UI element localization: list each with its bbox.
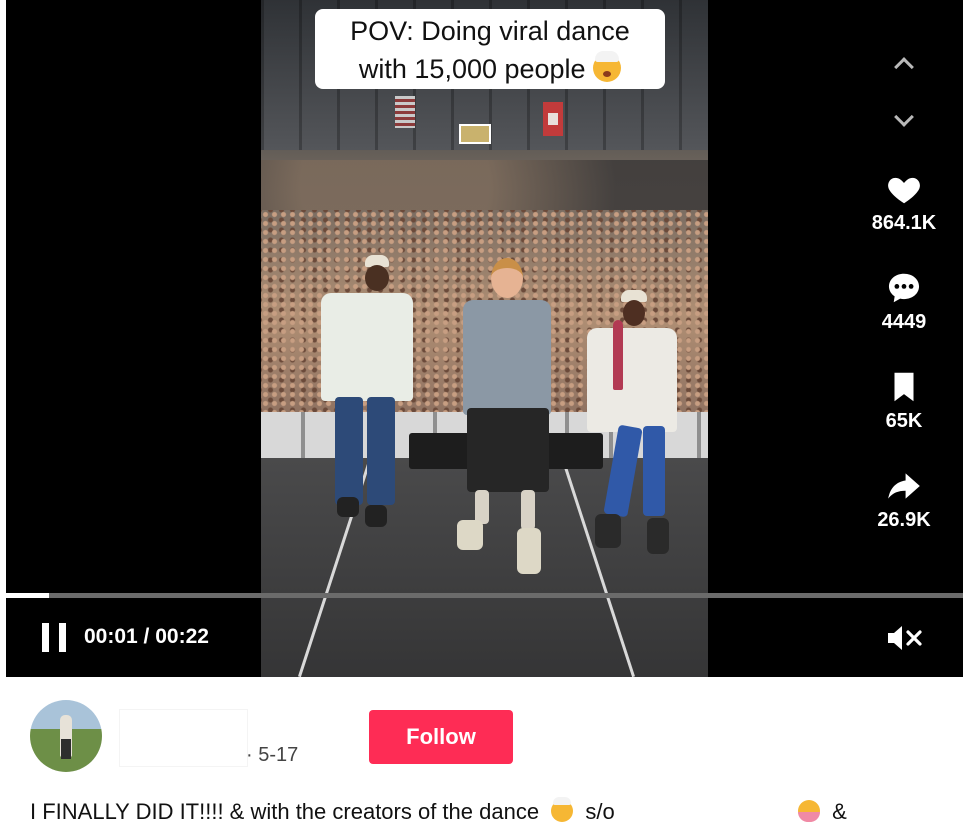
pause-button[interactable] xyxy=(42,623,66,652)
caption-line-2-wrap: with 15,000 people xyxy=(315,50,665,88)
face-blowing-kiss-emoji-icon xyxy=(797,800,820,822)
pause-icon xyxy=(59,623,66,652)
progress-fill xyxy=(6,593,50,598)
previous-video-button[interactable] xyxy=(884,44,924,84)
video-frame[interactable] xyxy=(261,0,708,677)
comment-button[interactable]: 4449 xyxy=(859,269,949,334)
flag-image xyxy=(395,96,415,128)
crowd-image xyxy=(261,160,708,215)
exploding-head-emoji-icon xyxy=(593,51,622,82)
caption-line-2: with 15,000 people xyxy=(358,54,586,84)
muted-speaker-icon xyxy=(888,626,922,650)
save-button[interactable]: 65K xyxy=(859,368,949,433)
date-separator: · xyxy=(246,744,259,766)
follow-button[interactable]: Follow xyxy=(369,710,513,764)
post-date-value: 5-17 xyxy=(258,744,299,766)
share-arrow-icon xyxy=(888,473,920,499)
caption-line-1: POV: Doing viral dance xyxy=(350,16,630,46)
flag-image xyxy=(543,102,563,136)
chevron-down-icon xyxy=(894,107,914,127)
next-video-button[interactable] xyxy=(884,102,924,142)
chevron-up-icon xyxy=(894,57,914,77)
video-player[interactable]: POV: Doing viral dance with 15,000 peopl… xyxy=(6,0,963,677)
author-name-redacted[interactable] xyxy=(120,710,247,766)
like-button[interactable]: 864.1K xyxy=(859,170,949,235)
pause-icon xyxy=(42,623,49,652)
description-text: s/o xyxy=(585,799,615,824)
side-actions: 864.1K 4449 65K 26.9K xyxy=(859,44,949,531)
mute-button[interactable] xyxy=(886,623,922,653)
heart-icon xyxy=(888,177,920,204)
like-count: 864.1K xyxy=(871,212,937,234)
comment-count: 4449 xyxy=(881,311,927,333)
share-count: 26.9K xyxy=(877,509,931,531)
share-button[interactable]: 26.9K xyxy=(859,467,949,532)
mention-redacted[interactable] xyxy=(620,801,786,826)
video-caption: POV: Doing viral dance with 15,000 peopl… xyxy=(315,9,665,89)
bookmark-icon xyxy=(894,372,914,402)
post-date: · 5-17 xyxy=(246,744,298,767)
description-text: I FINALLY DID IT!!!! & with the creators… xyxy=(30,799,540,824)
avatar-figure xyxy=(60,715,72,759)
time-display: 00:01 / 00:22 xyxy=(84,625,209,648)
comment-icon xyxy=(888,273,920,303)
scoreboard-image xyxy=(459,124,491,144)
save-count: 65K xyxy=(885,410,923,432)
video-description: I FINALLY DID IT!!!! & with the creators… xyxy=(30,797,847,826)
description-text: & xyxy=(832,799,847,824)
avatar[interactable] xyxy=(30,700,102,772)
exploding-head-emoji-icon xyxy=(551,797,574,822)
progress-bar[interactable] xyxy=(6,593,963,598)
